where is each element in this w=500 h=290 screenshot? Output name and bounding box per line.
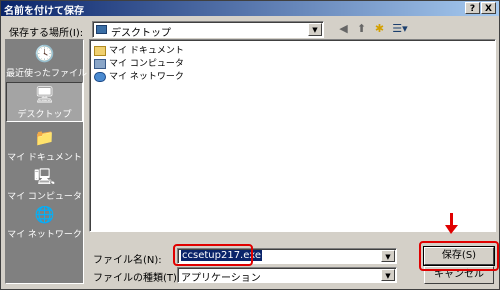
back-button[interactable]: ◀: [335, 21, 352, 37]
chevron-down-icon[interactable]: ▼: [308, 23, 322, 36]
location-select[interactable]: デスクトップ ▼: [92, 21, 324, 39]
file-list[interactable]: マイ ドキュメント マイ コンピュータ マイ ネットワーク: [89, 39, 496, 232]
list-item[interactable]: マイ コンピュータ: [94, 56, 184, 69]
place-my-computer[interactable]: 🖳 マイ コンピュータ: [6, 165, 83, 205]
place-label: デスクトップ: [17, 110, 72, 120]
desktop-icon: 🖥: [34, 85, 55, 104]
folder-icon: [94, 45, 106, 56]
filetype-select[interactable]: アプリケーション ▼: [177, 267, 397, 284]
filetype-label: ファイルの種類(T):: [93, 273, 181, 284]
chevron-down-icon[interactable]: ▼: [381, 250, 395, 262]
place-recent[interactable]: 🕓 最近使ったファイル: [6, 42, 88, 82]
place-label: マイ ネットワーク: [7, 230, 82, 240]
arrow-down-icon: [445, 225, 458, 234]
place-label: 最近使ったファイル: [6, 69, 88, 79]
up-folder-button[interactable]: ⬆: [353, 21, 370, 37]
file-name: マイ ネットワーク: [109, 72, 184, 82]
file-name: マイ ドキュメント: [109, 46, 184, 56]
new-folder-button[interactable]: ✱: [371, 21, 388, 37]
clock-icon: 🕓: [34, 44, 55, 63]
place-desktop[interactable]: 🖥 デスクトップ: [6, 82, 83, 122]
network-icon: 🌐: [34, 205, 55, 224]
place-my-network[interactable]: 🌐 マイ ネットワーク: [6, 203, 83, 243]
filetype-value: アプリケーション: [181, 273, 261, 284]
documents-icon: 📁: [34, 128, 55, 147]
location-label: 保存する場所(I):: [9, 28, 84, 39]
location-value: デスクトップ: [111, 28, 171, 39]
place-my-documents[interactable]: 📁 マイ ドキュメント: [6, 126, 83, 166]
views-menu-button[interactable]: ☰▾: [389, 21, 411, 37]
title-bar: 名前を付けて保存 ? X: [1, 1, 499, 17]
desktop-icon: [96, 25, 107, 34]
filename-label: ファイル名(N):: [93, 255, 162, 266]
help-button[interactable]: ?: [465, 2, 480, 14]
close-button[interactable]: X: [481, 2, 496, 14]
computer-icon: 🖳: [33, 167, 56, 186]
places-bar: 🕓 最近使ったファイル 🖥 デスクトップ 📁 マイ ドキュメント 🖳 マイ コン…: [5, 39, 88, 284]
place-label: マイ コンピュータ: [7, 192, 82, 202]
save-button-highlight: [419, 241, 499, 271]
computer-icon: [94, 58, 106, 69]
dialog-title: 名前を付けて保存: [4, 6, 84, 17]
filename-highlight: [173, 244, 253, 266]
save-as-dialog: 名前を付けて保存 ? X 保存する場所(I): デスクトップ ▼ ◀ ⬆ ✱ ☰…: [0, 0, 500, 290]
chevron-down-icon[interactable]: ▼: [381, 269, 395, 281]
list-item[interactable]: マイ ネットワーク: [94, 69, 184, 82]
network-icon: [94, 71, 106, 82]
file-name: マイ コンピュータ: [109, 59, 184, 69]
list-item[interactable]: マイ ドキュメント: [94, 43, 184, 56]
place-label: マイ ドキュメント: [7, 153, 82, 163]
